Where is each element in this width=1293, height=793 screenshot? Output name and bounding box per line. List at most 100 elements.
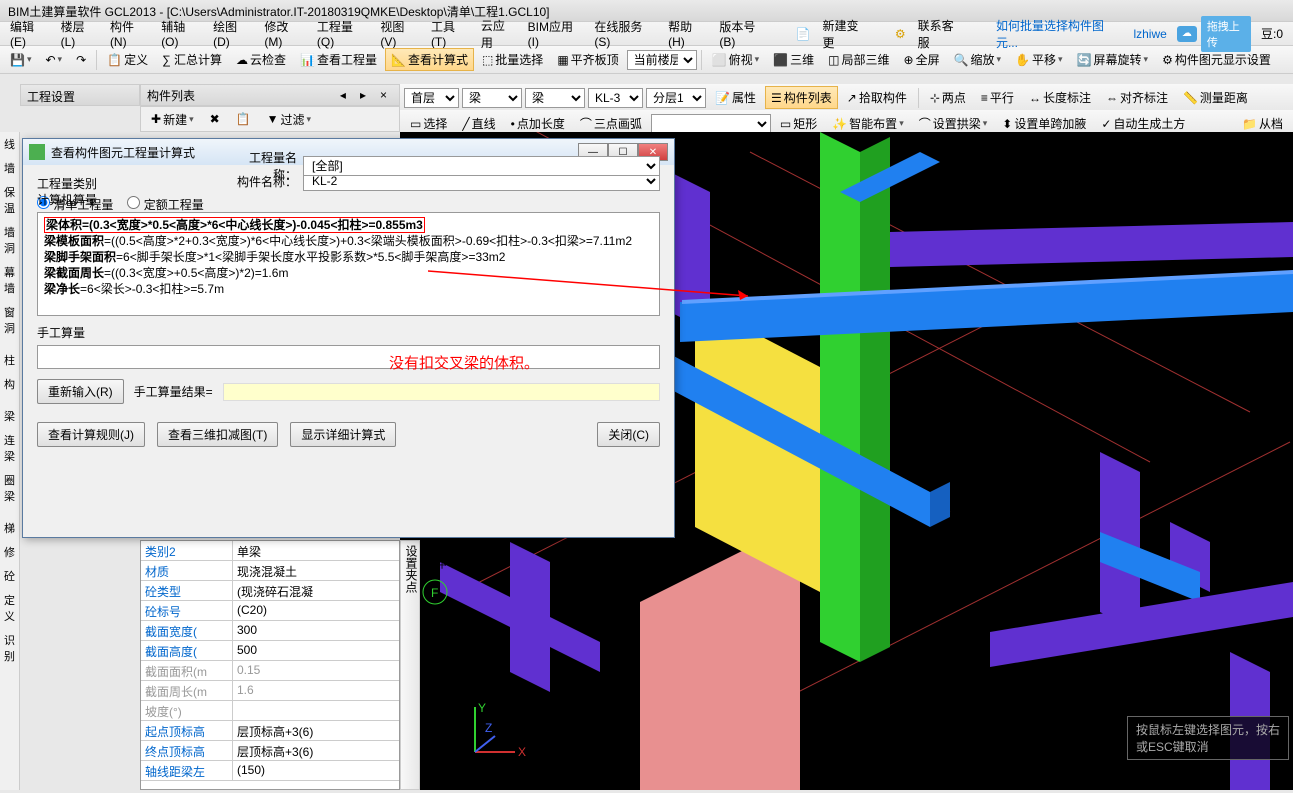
member-combo[interactable]: KL-3: [588, 88, 643, 108]
side-wall[interactable]: 墙: [0, 156, 19, 180]
side-define[interactable]: 定义: [0, 588, 19, 628]
view-rule-btn[interactable]: 查看计算规则(J): [37, 422, 145, 447]
floor-combo[interactable]: 首层: [404, 88, 459, 108]
annotation-text: 没有扣交叉梁的体积。: [389, 352, 539, 373]
pan-btn[interactable]: ✋ 平移▾: [1009, 48, 1069, 71]
prop-width: 截面宽度(: [141, 621, 233, 640]
layer-combo[interactable]: 分层1: [646, 88, 706, 108]
calc-results-box[interactable]: 梁体积=(0.3<宽度>*0.5<高度>*6<中心线长度>)-0.045<扣柱>…: [37, 212, 660, 316]
qty-name-combo[interactable]: [全部]: [303, 156, 660, 176]
pick-btn[interactable]: ↗拾取构件: [841, 86, 913, 109]
draw-mode-combo[interactable]: [651, 114, 771, 134]
menu-floor[interactable]: 楼层(L): [55, 16, 104, 51]
side-linkbeam[interactable]: 连梁: [0, 428, 19, 468]
full-btn[interactable]: ⊕ 全屏: [898, 48, 946, 71]
localthreed-btn[interactable]: ◫ 局部三维: [822, 48, 895, 71]
vp-grip[interactable]: 设置夹点: [403, 545, 420, 593]
filter-btn[interactable]: ▼ 过滤▾: [261, 108, 317, 131]
parallel-btn[interactable]: ≡平行: [975, 86, 1020, 109]
viewqty-btn[interactable]: 📊 查看工程量: [294, 48, 383, 71]
prop-cat2: 类别2: [141, 541, 233, 560]
radio-norm-qty[interactable]: 定额工程量: [127, 196, 203, 213]
menu-online[interactable]: 在线服务(S): [588, 16, 662, 51]
side-stair[interactable]: 梯: [0, 516, 19, 540]
menu-help[interactable]: 帮助(H): [662, 16, 713, 51]
manual-input[interactable]: [37, 345, 660, 369]
panel-prev-icon[interactable]: ◂: [334, 85, 352, 105]
side-concrete[interactable]: 砼: [0, 564, 19, 588]
side-curtain[interactable]: 幕墙: [0, 260, 19, 300]
prop-slope: 坡度(°): [141, 701, 233, 720]
menu-version[interactable]: 版本号(B): [713, 16, 775, 51]
sumcalc-btn[interactable]: ∑ 汇总计算: [156, 48, 228, 71]
viewcalc-btn[interactable]: 📐 查看计算式: [385, 48, 474, 71]
zoom-btn[interactable]: 🔍 缩放▾: [948, 48, 1008, 71]
cat1-combo[interactable]: 梁: [462, 88, 522, 108]
menu-member[interactable]: 构件(N): [104, 16, 155, 51]
side-constr[interactable]: 构: [0, 372, 19, 396]
vp-align[interactable]: 对齐: [490, 545, 507, 593]
menu-aux[interactable]: 辅轴(O): [155, 16, 207, 51]
panel-next-icon[interactable]: ▸: [354, 85, 372, 105]
threed-btn[interactable]: ⬛ 三维: [767, 48, 820, 71]
display-btn[interactable]: ⚙ 构件图元显示设置: [1156, 48, 1277, 71]
upload-btn[interactable]: 拖拽上传: [1201, 16, 1251, 52]
menu-modify[interactable]: 修改(M): [258, 16, 311, 51]
twopt-btn[interactable]: ⊹两点: [924, 86, 972, 109]
undo-icon[interactable]: ↶▾: [39, 50, 68, 70]
vp-move[interactable]: 编移: [461, 545, 478, 593]
memberlist-btn[interactable]: ☰构件列表: [765, 86, 838, 109]
manual-result-field[interactable]: [223, 383, 660, 401]
slabtop-btn[interactable]: ▦ 平齐板顶: [551, 48, 624, 71]
user-name[interactable]: lzhiwe: [1127, 25, 1172, 43]
side-repair[interactable]: 修: [0, 540, 19, 564]
menu-qty[interactable]: 工程量(Q): [311, 16, 374, 51]
side-wallhole[interactable]: 墙洞: [0, 220, 19, 260]
redo-icon[interactable]: ↷: [70, 50, 92, 70]
calc-formula-dialog: 查看构件图元工程量计算式 — ☐ ✕ 工程量类别 清单工程量 定额工程量 构件名…: [22, 138, 675, 538]
side-line[interactable]: 线: [0, 132, 19, 156]
side-ringbeam[interactable]: 圈梁: [0, 468, 19, 508]
curfloor-combo[interactable]: 当前楼层: [627, 50, 697, 70]
vp-stretch[interactable]: 拉伸: [432, 545, 449, 593]
copy-icon[interactable]: 📋: [230, 109, 257, 129]
new-component-btn[interactable]: ✚ 新建▾: [145, 108, 200, 131]
props-btn[interactable]: 📝属性: [709, 86, 762, 109]
reinput-btn[interactable]: 重新输入(R): [37, 379, 124, 404]
cloudcheck-btn[interactable]: ☁ 云检查: [230, 48, 292, 71]
cloud-icon[interactable]: ☁: [1177, 26, 1197, 42]
view-3d-btn[interactable]: 查看三维扣减图(T): [157, 422, 278, 447]
view-detail-btn[interactable]: 显示详细计算式: [290, 422, 396, 447]
define-btn[interactable]: 📋 定义: [101, 48, 154, 71]
topview-btn[interactable]: ⬜ 俯视▾: [706, 48, 766, 71]
side-column[interactable]: 柱: [0, 348, 19, 372]
prop-axisdist: 轴线距梁左: [141, 761, 233, 780]
rotate-btn[interactable]: 🔄 屏幕旋转▾: [1071, 48, 1155, 71]
property-grid: 类别2单梁 材质现浇混凝土 砼类型(现浇碎石混凝 砼标号(C20) 截面宽度(3…: [140, 540, 400, 790]
close-btn[interactable]: 关闭(C): [597, 422, 660, 447]
promo-link[interactable]: 如何批量选择构件图元...: [990, 15, 1127, 53]
del-icon[interactable]: ✖: [204, 109, 226, 129]
component-list-toolbar: ✚ 新建▾ ✖ 📋 ▼ 过滤▾: [140, 106, 400, 132]
menu-cloud[interactable]: 云应用: [475, 15, 522, 53]
menu-view[interactable]: 视图(V): [374, 16, 425, 51]
contact-btn[interactable]: 联系客服: [912, 15, 970, 53]
cat2-combo[interactable]: 梁: [525, 88, 585, 108]
menu-bim[interactable]: BIM应用(I): [522, 16, 589, 51]
svg-text:Z: Z: [485, 721, 492, 735]
measdist-btn[interactable]: 📏测量距离: [1177, 86, 1254, 109]
batchsel-btn[interactable]: ⬚ 批量选择: [476, 48, 549, 71]
menu-draw[interactable]: 绘图(D): [207, 16, 258, 51]
menu-tools[interactable]: 工具(T): [425, 16, 475, 51]
side-beam[interactable]: 梁: [0, 404, 19, 428]
panel-close-icon[interactable]: ×: [374, 85, 393, 105]
side-window[interactable]: 窗洞: [0, 300, 19, 340]
side-recog[interactable]: 识别: [0, 628, 19, 668]
save-icon[interactable]: 💾▾: [4, 50, 37, 70]
side-insul[interactable]: 保温: [0, 180, 19, 220]
aligndim-btn[interactable]: ⇔对齐标注: [1100, 86, 1174, 109]
prop-endtop: 终点顶标高: [141, 741, 233, 760]
menu-edit[interactable]: 编辑(E): [4, 16, 55, 51]
lendim-btn[interactable]: ↔长度标注: [1023, 86, 1097, 109]
new-change-btn[interactable]: 新建变更: [817, 15, 875, 53]
